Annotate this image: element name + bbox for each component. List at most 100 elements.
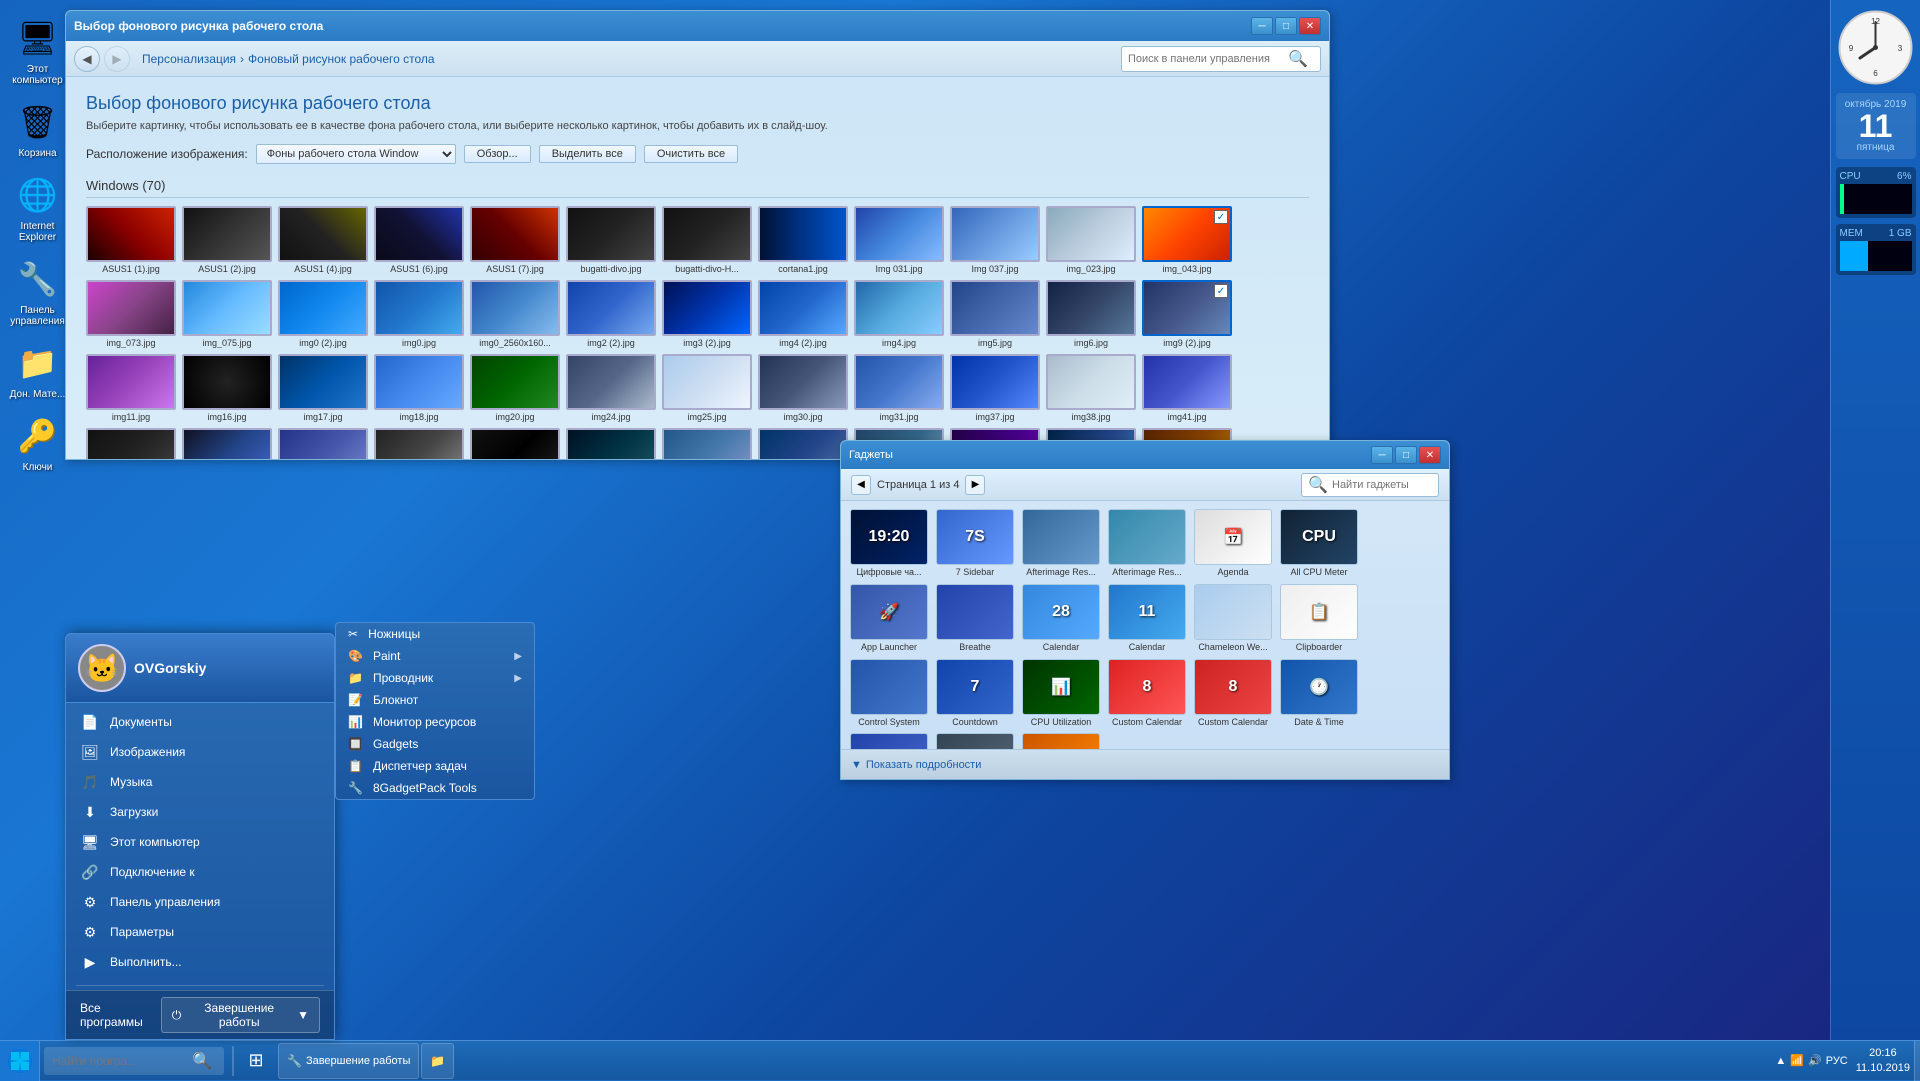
- wallpaper-item[interactable]: ASUS1 (2).jpg: [182, 206, 272, 274]
- submenu-gadgets[interactable]: 🔲 Gadgets: [336, 733, 534, 755]
- start-menu-item-run[interactable]: ▶ Выполнить...: [66, 947, 334, 977]
- submenu-scissors[interactable]: ✂ Ножницы: [336, 623, 534, 645]
- wallpaper-item[interactable]: img18.jpg: [374, 354, 464, 422]
- wallpaper-item[interactable]: ✓img_043.jpg: [1142, 206, 1232, 274]
- desktop-icon-ie[interactable]: 🌐 Internet Explorer: [0, 167, 75, 247]
- gadget-item[interactable]: 8Custom Calendar: [1193, 659, 1273, 728]
- desktop-icon-computer[interactable]: 🖥 Этот компьютер: [0, 10, 75, 90]
- forward-button[interactable]: ▶: [104, 46, 130, 72]
- gadget-item[interactable]: 11Calendar: [1107, 584, 1187, 653]
- gadget-item[interactable]: 📡Desktop Feed R...: [1021, 733, 1101, 749]
- wallpaper-item[interactable]: img16.jpg: [182, 354, 272, 422]
- breadcrumb-personalization[interactable]: Персонализация: [142, 52, 236, 66]
- page-prev-button[interactable]: ◀: [851, 475, 871, 495]
- desktop-icon-keys[interactable]: 🔑 Ключи: [0, 408, 75, 477]
- wallpaper-item[interactable]: ASUS1 (4).jpg: [278, 206, 368, 274]
- wallpaper-item[interactable]: img17.jpg: [278, 354, 368, 422]
- taskbar-clock[interactable]: 20:16 11.10.2019: [1856, 1046, 1910, 1075]
- desktop-icon-folder[interactable]: 📁 Дон. Мате...: [0, 335, 75, 404]
- wallpaper-item[interactable]: ASUS1 (6).jpg: [374, 206, 464, 274]
- wallpaper-item[interactable]: img6.jpg: [1046, 280, 1136, 348]
- wallpaper-item[interactable]: img20.jpg: [470, 354, 560, 422]
- gadgets-maximize-button[interactable]: □: [1395, 446, 1417, 464]
- gadget-item[interactable]: CPUAll CPU Meter: [1279, 509, 1359, 578]
- start-menu-item-settings[interactable]: ⚙ Параметры: [66, 917, 334, 947]
- wallpaper-item[interactable]: imgx11.png: [662, 428, 752, 459]
- wallpaper-item[interactable]: img38.jpg: [1046, 354, 1136, 422]
- wallpaper-item[interactable]: img4 (2).jpg: [758, 280, 848, 348]
- wallpaper-item[interactable]: ASUS1 (1).jpg: [86, 206, 176, 274]
- all-programs[interactable]: Все программы: [80, 1001, 161, 1029]
- page-next-button[interactable]: ▶: [965, 475, 985, 495]
- wallpaper-item[interactable]: img0 (2).jpg: [278, 280, 368, 348]
- wallpaper-item[interactable]: ASUS1 (7).jpg: [470, 206, 560, 274]
- start-menu-item-images[interactable]: 🖼 Изображения: [66, 737, 334, 767]
- gadgets-search-input[interactable]: [1332, 479, 1432, 491]
- wallpaper-item[interactable]: img5.jpg: [950, 280, 1040, 348]
- desktop-icon-control-panel[interactable]: 🔧 Панель управления: [0, 251, 75, 331]
- gadget-item[interactable]: 19:20Цифровые ча...: [849, 509, 929, 578]
- gadget-item[interactable]: Afterimage Res...: [1107, 509, 1187, 578]
- wallpaper-item[interactable]: imgx12.jpg: [758, 428, 848, 459]
- gadgets-minimize-button[interactable]: ─: [1371, 446, 1393, 464]
- wallpaper-item[interactable]: imgx03.jpg: [470, 428, 560, 459]
- wallpaper-item[interactable]: img37.jpg: [950, 354, 1040, 422]
- gadget-item[interactable]: 7Countdown: [935, 659, 1015, 728]
- start-button[interactable]: [0, 1041, 40, 1081]
- show-desktop-button[interactable]: [1914, 1041, 1920, 1081]
- wallpaper-item[interactable]: Img 031.jpg: [854, 206, 944, 274]
- wallpaper-item[interactable]: img_073.jpg: [86, 280, 176, 348]
- start-menu-item-panel[interactable]: ⚙ Панель управления: [66, 887, 334, 917]
- clear-button[interactable]: Очистить все: [644, 145, 738, 163]
- gadget-item[interactable]: 📅Agenda: [1193, 509, 1273, 578]
- taskbar-search-input[interactable]: [52, 1054, 192, 1068]
- submenu-resmon[interactable]: 📊 Монитор ресурсов: [336, 711, 534, 733]
- gadget-item[interactable]: 🚀App Launcher: [849, 584, 929, 653]
- gadget-item[interactable]: Control System: [849, 659, 929, 728]
- gadget-item[interactable]: 28Calendar: [1021, 584, 1101, 653]
- shutdown-button[interactable]: ⏻ Завершение работы ▼: [161, 997, 320, 1033]
- submenu-explorer[interactable]: 📁 Проводник ▶: [336, 667, 534, 689]
- wallpaper-item[interactable]: bugatti-divo.jpg: [566, 206, 656, 274]
- wallpaper-item[interactable]: img11.jpg: [86, 354, 176, 422]
- wallpaper-item[interactable]: img4.jpg: [854, 280, 944, 348]
- start-menu-item-computer[interactable]: 🖥 Этот компьютер: [66, 827, 334, 857]
- gadget-item[interactable]: 🕐Date & Time: [1279, 659, 1359, 728]
- tray-up-arrow[interactable]: ▲: [1775, 1055, 1786, 1067]
- taskbar-app-explorer[interactable]: 📁: [421, 1043, 454, 1079]
- wallpaper-item[interactable]: img122.jpg: [86, 428, 176, 459]
- wallpaper-item[interactable]: img301.jpg: [278, 428, 368, 459]
- wallpaper-item[interactable]: img25.jpg: [662, 354, 752, 422]
- close-button[interactable]: ✕: [1299, 17, 1321, 35]
- search-input[interactable]: [1128, 53, 1288, 65]
- gadget-item[interactable]: 📊CPU Utilization: [1021, 659, 1101, 728]
- wallpaper-item[interactable]: img31.jpg: [854, 354, 944, 422]
- wallpaper-item[interactable]: imgx04.jpg: [566, 428, 656, 459]
- gadget-item[interactable]: Afterimage Res...: [1021, 509, 1101, 578]
- wallpaper-item[interactable]: imgx01.jpg: [374, 428, 464, 459]
- wallpaper-item[interactable]: img_023.jpg: [1046, 206, 1136, 274]
- wallpaper-scroll-area[interactable]: ASUS1 (1).jpgASUS1 (2).jpgASUS1 (4).jpgA…: [86, 206, 1309, 459]
- location-select[interactable]: Фоны рабочего стола Windows: [256, 144, 456, 164]
- taskbar-app-cpanel[interactable]: 🔧 Завершение работы: [278, 1043, 419, 1079]
- gadget-item[interactable]: 📋Clipboarder: [1279, 584, 1359, 653]
- start-menu-item-documents[interactable]: 📄 Документы: [66, 707, 334, 737]
- wallpaper-item[interactable]: img41.jpg: [1142, 354, 1232, 422]
- wallpaper-item[interactable]: cortana1.jpg: [758, 206, 848, 274]
- browse-button[interactable]: Обзор...: [464, 145, 531, 163]
- wallpaper-item[interactable]: ✓img9 (2).jpg: [1142, 280, 1232, 348]
- gadget-item[interactable]: 8Custom Calendar: [1107, 659, 1187, 728]
- gadget-item[interactable]: Chameleon We...: [1193, 584, 1273, 653]
- submenu-notepad[interactable]: 📝 Блокнот: [336, 689, 534, 711]
- gadget-item[interactable]: 🧮Desktop Calcula...: [935, 733, 1015, 749]
- wallpaper-item[interactable]: img0_2560x160...: [470, 280, 560, 348]
- submenu-paint[interactable]: 🎨 Paint ▶: [336, 645, 534, 667]
- wallpaper-item[interactable]: img30.jpg: [758, 354, 848, 422]
- wallpaper-item[interactable]: img129.jpg: [182, 428, 272, 459]
- wallpaper-item[interactable]: Img 037.jpg: [950, 206, 1040, 274]
- submenu-8gadget[interactable]: 🔧 8GadgetPack Tools: [336, 777, 534, 799]
- wallpaper-item[interactable]: img_075.jpg: [182, 280, 272, 348]
- wallpaper-item[interactable]: img0.jpg: [374, 280, 464, 348]
- maximize-button[interactable]: □: [1275, 17, 1297, 35]
- minimize-button[interactable]: ─: [1251, 17, 1273, 35]
